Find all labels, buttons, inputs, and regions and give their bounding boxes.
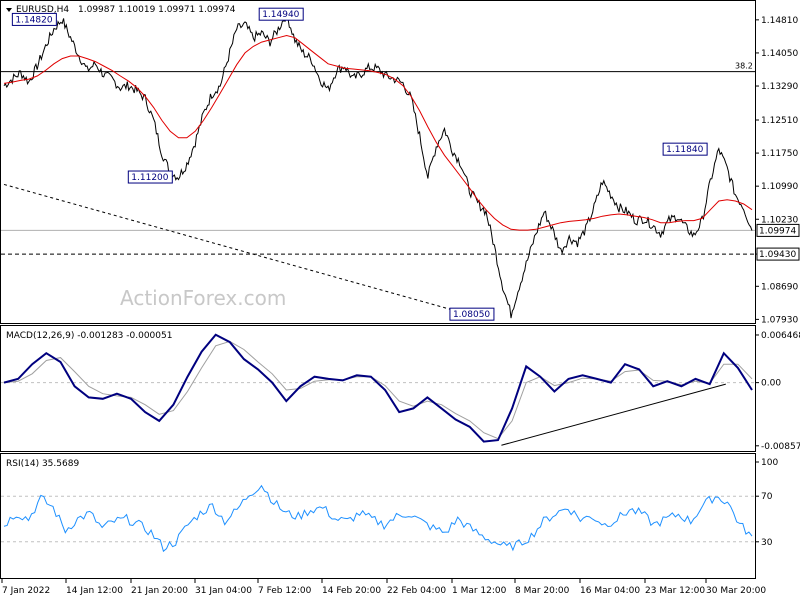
time-tick-label: 21 Jan 20:00 <box>131 586 188 596</box>
price-plot: 38.2 1.14820 1.11200 1.14940 1.08050 1.11840 <box>1 7 755 321</box>
macd-axis: 0.006468 0.00 -0.008573 <box>755 326 800 452</box>
price-axis: 1.14810 1.14050 1.13290 1.12510 1.11750 1.109… <box>755 0 800 325</box>
rsi-plot <box>1 484 755 553</box>
macd-tick-label: 0.006468 <box>761 331 800 341</box>
rsi-title: RSI(14) 35.5689 <box>6 459 79 469</box>
time-tick-label: 14 Feb 20:00 <box>322 586 381 596</box>
price-tick-label: 1.14810 <box>761 16 798 26</box>
fib-level-label: 38.2 <box>735 62 753 71</box>
price-tick-label: 1.10230 <box>761 215 798 225</box>
rsi-axis: 100 70 30 <box>755 454 778 579</box>
time-tick-label: 30 Mar 20:00 <box>706 586 766 596</box>
time-tick-label: 14 Jan 12:00 <box>66 586 123 596</box>
chart-canvas: ActionForex.com EURUSD,H4 1.09987 1.1001… <box>0 0 800 596</box>
price-tick-label: 1.08690 <box>761 282 798 292</box>
time-tick-label: 8 Mar 20:00 <box>515 586 570 596</box>
support-price-tag: 1.09430 <box>759 250 796 260</box>
price-tick-label: 1.07930 <box>761 315 798 325</box>
peak-label-1: 1.11200 <box>131 173 168 183</box>
time-tick-label: 23 Mar 12:00 <box>645 586 705 596</box>
time-tick-label: 7 Jan 2022 <box>2 586 50 596</box>
macd-trendline <box>501 383 726 446</box>
rsi-tick-label: 30 <box>761 538 773 548</box>
peak-label-0: 1.14820 <box>15 15 52 25</box>
time-tick-label: 7 Feb 12:00 <box>258 586 312 596</box>
peak-label-3: 1.08050 <box>453 310 490 320</box>
rsi-panel-frame <box>0 453 756 579</box>
macd-tick-label: -0.008573 <box>761 442 800 452</box>
rsi-tick-label: 100 <box>761 458 778 468</box>
current-price-tag: 1.09974 <box>759 226 796 236</box>
time-tick-label: 16 Mar 04:00 <box>580 586 640 596</box>
macd-plot <box>1 333 755 446</box>
time-tick-label: 22 Feb 04:00 <box>387 586 446 596</box>
macd-title: MACD(12,26,9) -0.001283 -0.000051 <box>6 331 172 341</box>
macd-main-line <box>3 333 753 443</box>
watermark-text: ActionForex.com <box>120 286 286 310</box>
rsi-tick-label: 70 <box>761 492 773 502</box>
price-tick-label: 1.13290 <box>761 82 798 92</box>
price-tick-label: 1.14050 <box>761 49 798 59</box>
peak-label-4: 1.11840 <box>666 145 703 155</box>
ohlc-readout: 1.09987 1.10019 1.09971 1.09974 <box>78 5 236 15</box>
time-axis: 7 Jan 2022 14 Jan 12:00 21 Jan 20:00 31 Jan… <box>1 579 766 596</box>
price-tick-label: 1.12510 <box>761 116 798 126</box>
macd-signal-line <box>3 340 753 440</box>
time-tick-label: 1 Mar 12:00 <box>452 586 507 596</box>
collapse-triangle-icon[interactable] <box>6 8 12 12</box>
price-series-line <box>3 9 753 319</box>
moving-average-line <box>3 34 753 231</box>
price-panel-frame <box>0 0 756 324</box>
macd-panel-frame <box>0 325 756 452</box>
price-tick-label: 1.10990 <box>761 182 798 192</box>
time-tick-label: 31 Jan 04:00 <box>195 586 252 596</box>
peak-label-2: 1.14940 <box>262 10 299 20</box>
macd-tick-label: 0.00 <box>761 379 781 389</box>
price-tick-label: 1.11750 <box>761 149 798 159</box>
